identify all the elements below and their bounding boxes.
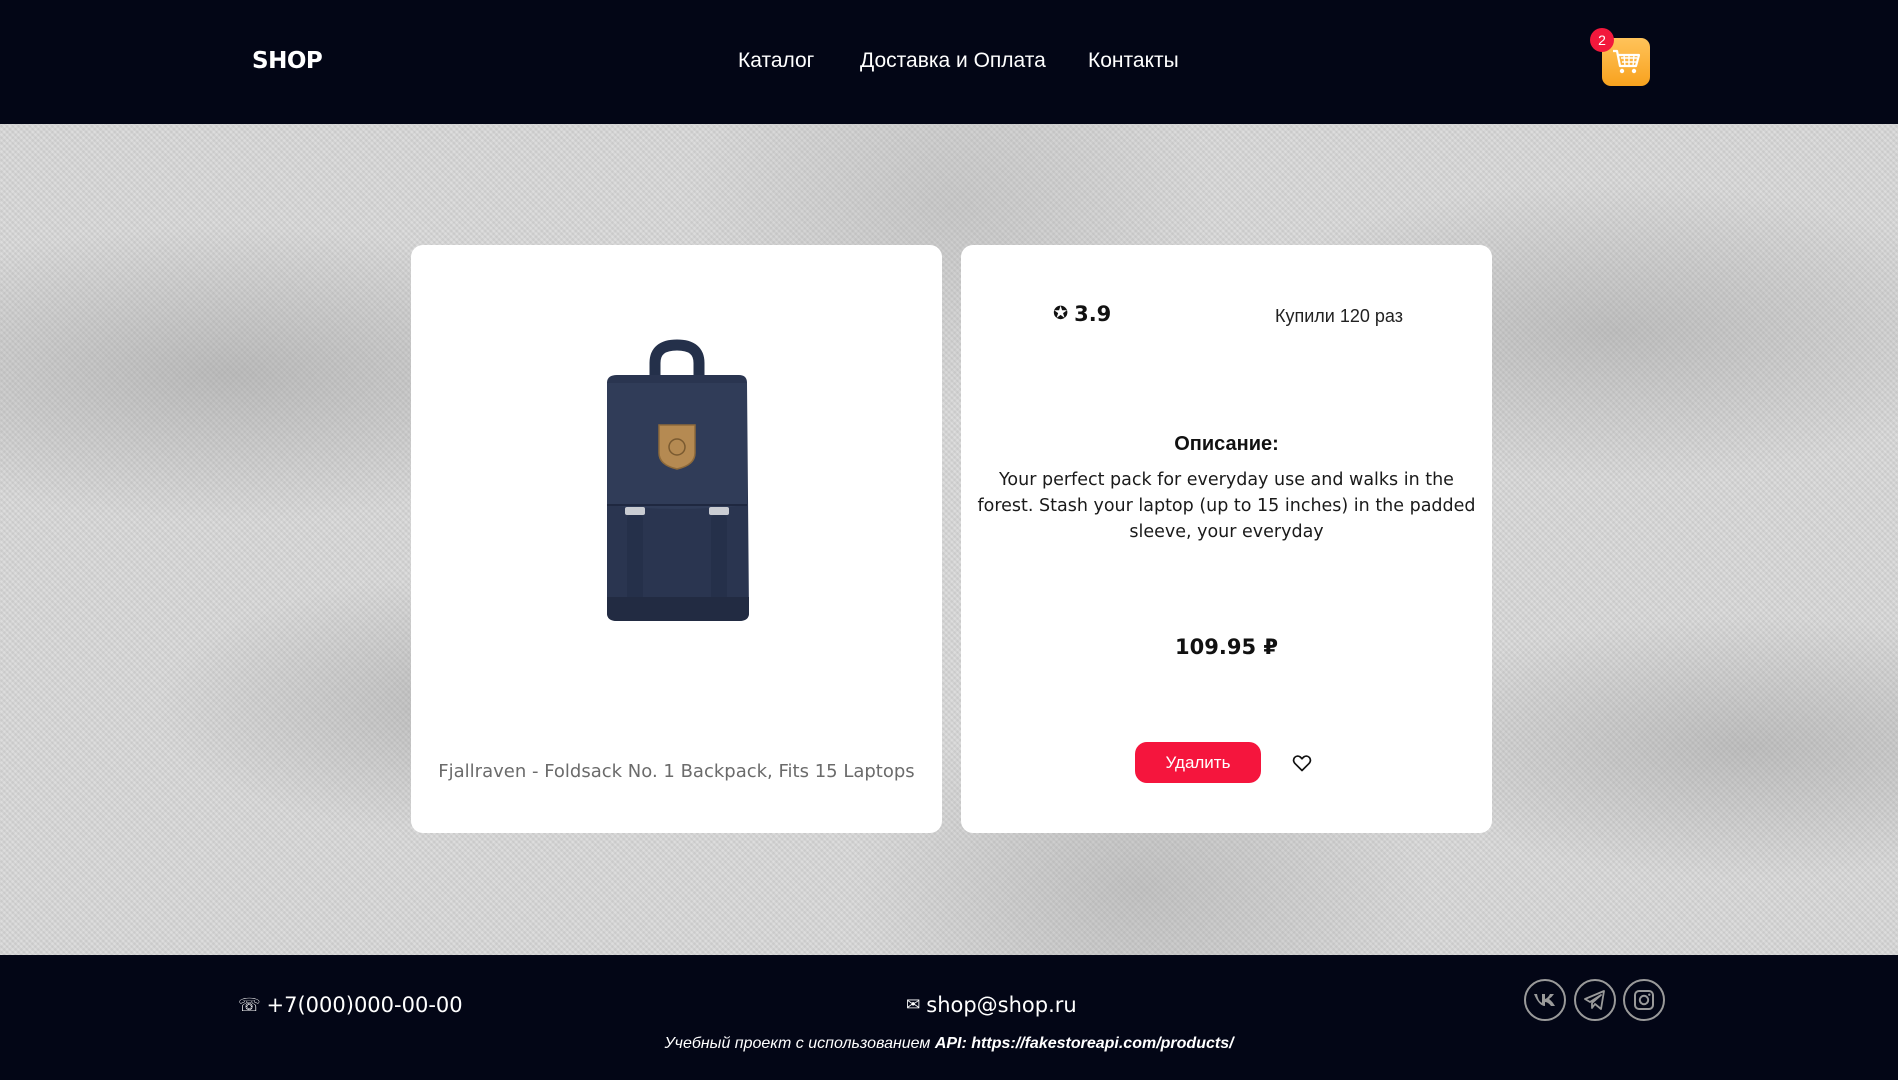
star-icon: ✪: [1053, 303, 1069, 324]
telegram-icon: [1584, 990, 1605, 1010]
instagram-link[interactable]: [1623, 979, 1665, 1021]
description-title: Описание:: [1174, 433, 1279, 455]
cart-icon: [1613, 49, 1641, 74]
telegram-link[interactable]: [1574, 979, 1616, 1021]
footer-credit: Учебный проект с использованием API: htt…: [0, 1035, 1898, 1053]
product-title: Fjallraven - Foldsack No. 1 Backpack, Fi…: [438, 761, 915, 782]
footer-email[interactable]: ✉ shop@shop.ru: [906, 993, 1077, 1017]
site-footer: ☏ +7(000)000-00-00 ✉ shop@shop.ru Учебны…: [0, 955, 1898, 1080]
product-info-card: ✪ 3.9 Купили 120 раз Описание: Your perf…: [961, 245, 1492, 833]
nav-delivery-payment[interactable]: Доставка и Оплата: [860, 49, 1046, 73]
product-image-card: Fjallraven - Foldsack No. 1 Backpack, Fi…: [411, 245, 942, 833]
site-header: SHOP Каталог Доставка и Оплата Контакты …: [0, 0, 1898, 124]
nav-catalog[interactable]: Каталог: [738, 49, 814, 73]
footer-phone[interactable]: ☏ +7(000)000-00-00: [238, 993, 463, 1017]
main-content: [0, 124, 1898, 955]
phone-number: +7(000)000-00-00: [266, 993, 463, 1017]
cart-count-badge: 2: [1590, 28, 1614, 52]
purchase-count: Купили 120 раз: [1275, 306, 1403, 326]
rating-value: 3.9: [1074, 302, 1112, 326]
vk-link[interactable]: [1524, 979, 1566, 1021]
nav-contacts[interactable]: Контакты: [1088, 49, 1179, 73]
api-link[interactable]: https://fakestoreapi.com/products/: [971, 1035, 1233, 1052]
instagram-icon: [1634, 990, 1654, 1010]
credit-api-label: API:: [934, 1035, 967, 1052]
credit-prefix: Учебный проект с использованием: [664, 1035, 935, 1052]
phone-icon: ☏: [238, 994, 261, 1016]
description-text: Your perfect pack for everyday use and w…: [977, 470, 1476, 542]
email-address: shop@shop.ru: [926, 993, 1077, 1017]
product-price: 109.95 ₽: [1175, 635, 1278, 659]
product-rating: ✪ 3.9: [1053, 302, 1111, 326]
product-image: [607, 339, 749, 621]
delete-button[interactable]: Удалить: [1135, 742, 1261, 783]
vk-icon: [1534, 994, 1555, 1006]
mail-icon: ✉: [906, 995, 921, 1015]
logo[interactable]: SHOP: [252, 48, 323, 74]
heart-icon[interactable]: [1292, 753, 1312, 773]
